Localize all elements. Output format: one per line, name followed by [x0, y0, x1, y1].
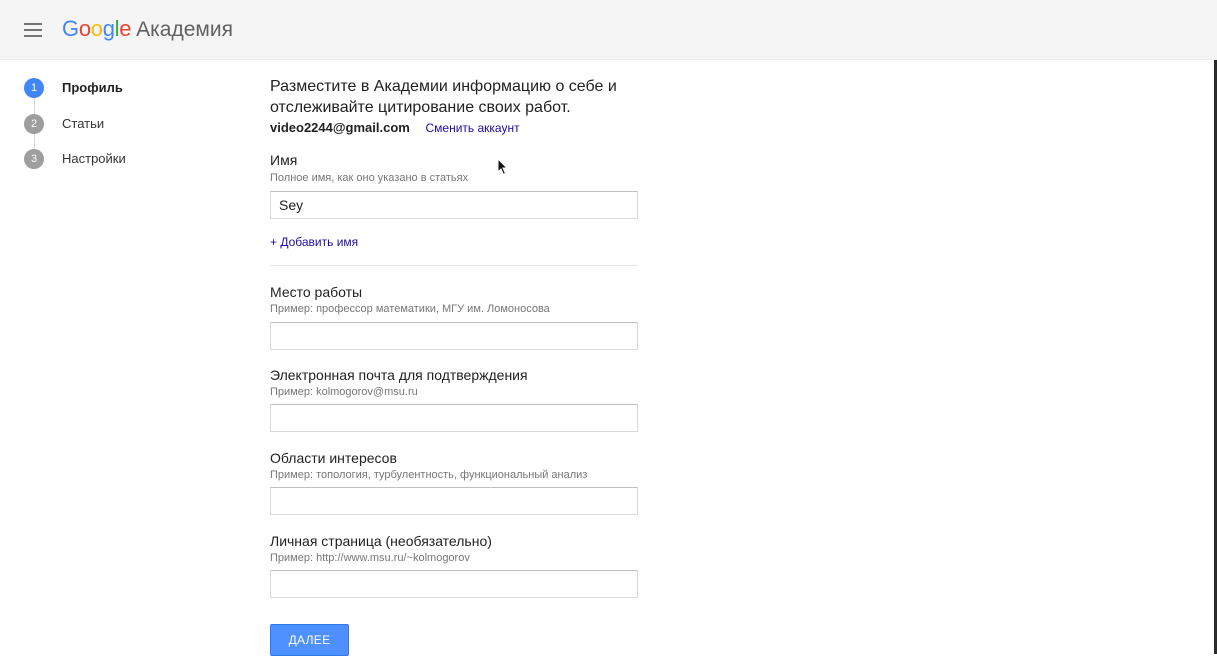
switch-account-link[interactable]: Сменить аккаунт	[425, 121, 519, 135]
logo-letter: o	[90, 16, 103, 41]
step-label: Настройки	[62, 151, 126, 166]
name-input[interactable]	[270, 191, 638, 219]
logo-letter: G	[62, 16, 79, 41]
step-label: Профиль	[62, 80, 123, 95]
add-name-link[interactable]: + Добавить имя	[270, 235, 358, 250]
interests-hint: Пример: топология, турбулентность, функц…	[270, 469, 588, 481]
affiliation-label: Место работы	[270, 284, 363, 300]
account-email: video2244@gmail.com	[270, 120, 410, 135]
intro-text: Разместите в Академии информацию о себе …	[270, 78, 617, 116]
next-button[interactable]: ДАЛЕЕ	[270, 624, 349, 656]
name-hint: Полное имя, как оно указано в статьях	[270, 172, 469, 184]
step-number-badge: 1	[24, 78, 44, 98]
product-name: Академия	[136, 18, 233, 41]
hamburger-menu-icon[interactable]	[24, 23, 42, 37]
top-app-bar: Google Академия	[0, 0, 1217, 60]
google-scholar-logo[interactable]: Google Академия	[62, 15, 233, 44]
homepage-hint: Пример: http://www.msu.ru/~kolmogorov	[270, 552, 470, 564]
interests-input[interactable]	[270, 487, 638, 515]
affiliation-input[interactable]	[270, 322, 638, 350]
verification-email-input[interactable]	[270, 404, 638, 432]
verification-email-hint: Пример: kolmogorov@msu.ru	[270, 386, 418, 398]
affiliation-hint: Пример: профессор математики, МГУ им. Ло…	[270, 303, 550, 315]
logo-letter: g	[102, 16, 115, 41]
logo-letter: o	[78, 16, 91, 41]
logo-letter: e	[119, 16, 132, 41]
mouse-cursor-icon	[497, 158, 509, 176]
interests-label: Области интересов	[270, 450, 397, 466]
verification-email-label: Электронная почта для подтверждения	[270, 367, 528, 383]
step-label: Статьи	[62, 116, 105, 131]
step-number-badge: 2	[24, 114, 44, 134]
name-label: Имя	[270, 152, 298, 168]
step-number-badge: 3	[24, 149, 44, 169]
homepage-label: Личная страница (необязательно)	[270, 533, 492, 549]
section-divider	[270, 265, 638, 266]
account-row: video2244@gmail.com Сменить аккаунт	[270, 120, 520, 136]
homepage-input[interactable]	[270, 570, 638, 598]
